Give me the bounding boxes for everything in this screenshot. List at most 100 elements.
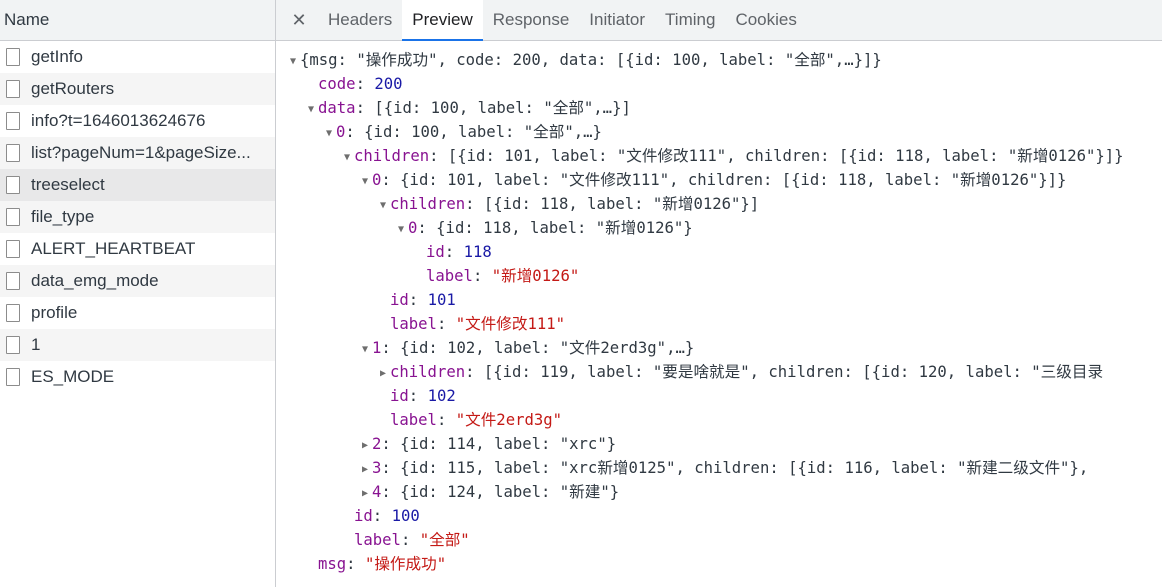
json-line[interactable]: ▼ data: [{id: 100, label: "全部",…}]: [276, 96, 1162, 120]
json-colon: :: [444, 243, 464, 261]
request-row[interactable]: 1: [0, 329, 275, 361]
document-icon: [6, 240, 20, 258]
expanded-triangle-icon[interactable]: ▼: [340, 146, 354, 170]
json-key: label: [354, 531, 401, 549]
json-key: id: [354, 507, 373, 525]
request-name: file_type: [31, 207, 95, 226]
request-row[interactable]: getInfo: [0, 41, 275, 73]
json-summary: {id: 114, label: "xrc"}: [400, 435, 617, 453]
json-colon: :: [429, 147, 448, 165]
collapsed-triangle-icon[interactable]: ▶: [358, 458, 372, 482]
tab-initiator[interactable]: Initiator: [579, 0, 655, 40]
name-column-header[interactable]: Name: [0, 0, 275, 41]
expanded-triangle-icon[interactable]: ▼: [376, 194, 390, 218]
json-colon: :: [436, 411, 456, 429]
json-value: 200: [374, 75, 403, 93]
expanded-triangle-icon[interactable]: ▼: [322, 122, 336, 146]
document-icon: [6, 208, 20, 226]
request-name: ES_MODE: [31, 367, 115, 386]
json-value: 100: [391, 507, 420, 525]
json-key: 3: [372, 459, 382, 477]
json-line[interactable]: ▶ 4: {id: 124, label: "新建"}: [276, 480, 1162, 504]
json-line[interactable]: ▶ 3: {id: 115, label: "xrc新增0125", childr…: [276, 456, 1162, 480]
json-colon: :: [400, 531, 420, 549]
json-line: code: 200: [276, 72, 1162, 96]
collapsed-triangle-icon[interactable]: ▶: [376, 362, 390, 386]
json-summary: {id: 118, label: "新增0126"}: [436, 219, 693, 237]
json-key: 0: [408, 219, 418, 237]
collapsed-triangle-icon[interactable]: ▶: [358, 434, 372, 458]
collapsed-triangle-icon[interactable]: ▶: [358, 482, 372, 506]
json-colon: :: [436, 315, 456, 333]
close-icon[interactable]: ✕: [288, 0, 310, 40]
request-row[interactable]: treeselect: [0, 169, 275, 201]
json-summary: {msg: "操作成功", code: 200, data: [{id: 100…: [300, 51, 882, 69]
json-key: label: [426, 267, 473, 285]
json-key: label: [390, 315, 437, 333]
request-row[interactable]: profile: [0, 297, 275, 329]
json-key: label: [390, 411, 437, 429]
json-line: id: 102: [276, 384, 1162, 408]
json-line[interactable]: ▼ children: [{id: 118, label: "新增0126"}]: [276, 192, 1162, 216]
json-line: label: "全部": [276, 528, 1162, 552]
document-icon: [6, 368, 20, 386]
json-line[interactable]: ▼ 0: {id: 101, label: "文件修改111", children…: [276, 168, 1162, 192]
request-row[interactable]: ES_MODE: [0, 361, 275, 393]
json-line[interactable]: ▼ children: [{id: 101, label: "文件修改111", …: [276, 144, 1162, 168]
expanded-triangle-icon[interactable]: ▼: [304, 98, 318, 122]
json-line: label: "新增0126": [276, 264, 1162, 288]
request-row[interactable]: ALERT_HEARTBEAT: [0, 233, 275, 265]
json-line[interactable]: ▶ 2: {id: 114, label: "xrc"}: [276, 432, 1162, 456]
json-line[interactable]: ▼ 1: {id: 102, label: "文件2erd3g",…}: [276, 336, 1162, 360]
json-preview-tree: ▼ {msg: "操作成功", code: 200, data: [{id: 10…: [276, 48, 1162, 576]
json-summary: {id: 115, label: "xrc新增0125", children: …: [400, 459, 1089, 477]
json-line: id: 101: [276, 288, 1162, 312]
expanded-triangle-icon[interactable]: ▼: [286, 50, 300, 74]
devtools-network: Name getInfo getRouters info?t=16460136246…: [0, 0, 1162, 587]
json-key: id: [426, 243, 445, 261]
json-value: 118: [463, 243, 492, 261]
tab-response[interactable]: Response: [483, 0, 580, 40]
json-line: id: 118: [276, 240, 1162, 264]
json-value: "操作成功": [364, 555, 447, 573]
json-key: children: [390, 363, 466, 381]
document-icon: [6, 48, 20, 66]
request-row[interactable]: file_type: [0, 201, 275, 233]
json-key: 4: [372, 483, 382, 501]
name-column-label: Name: [4, 10, 50, 29]
json-key: id: [390, 387, 409, 405]
json-summary: [{id: 100, label: "全部",…}]: [374, 99, 631, 117]
json-summary: {id: 101, label: "文件修改111", children: [{…: [400, 171, 1067, 189]
json-colon: :: [408, 387, 428, 405]
json-colon: :: [381, 339, 401, 357]
json-key: 1: [372, 339, 382, 357]
json-colon: :: [465, 195, 484, 213]
json-summary: {id: 102, label: "文件2erd3g",…}: [400, 339, 695, 357]
json-value: "全部": [419, 531, 470, 549]
tab-headers[interactable]: Headers: [318, 0, 402, 40]
request-detail-panel: ✕ Headers Preview Response Initiator Timing C…: [276, 0, 1162, 587]
expanded-triangle-icon[interactable]: ▼: [358, 338, 372, 362]
json-line[interactable]: ▼ 0: {id: 100, label: "全部",…}: [276, 120, 1162, 144]
tab-timing[interactable]: Timing: [655, 0, 725, 40]
request-name: profile: [31, 303, 78, 322]
request-row[interactable]: data_emg_mode: [0, 265, 275, 297]
json-line[interactable]: ▼ {msg: "操作成功", code: 200, data: [{id: 10…: [276, 48, 1162, 72]
tab-preview[interactable]: Preview: [402, 0, 484, 41]
json-line[interactable]: ▶ children: [{id: 119, label: "要是啥就是", ch…: [276, 360, 1162, 384]
json-colon: :: [372, 507, 392, 525]
json-value: 101: [427, 291, 456, 309]
tab-cookies[interactable]: Cookies: [725, 0, 806, 40]
json-line[interactable]: ▼ 0: {id: 118, label: "新增0126"}: [276, 216, 1162, 240]
request-row[interactable]: getRouters: [0, 73, 275, 105]
json-line: label: "文件2erd3g": [276, 408, 1162, 432]
json-summary: [{id: 118, label: "新增0126"}]: [483, 195, 760, 213]
request-row[interactable]: info?t=1646013624676: [0, 105, 275, 137]
json-key: data: [318, 99, 356, 117]
request-list-panel: Name getInfo getRouters info?t=16460136246…: [0, 0, 276, 587]
expanded-triangle-icon[interactable]: ▼: [358, 170, 372, 194]
request-name: list?pageNum=1&pageSize...: [31, 143, 251, 162]
request-row[interactable]: list?pageNum=1&pageSize...: [0, 137, 275, 169]
expanded-triangle-icon[interactable]: ▼: [394, 218, 408, 242]
document-icon: [6, 80, 20, 98]
